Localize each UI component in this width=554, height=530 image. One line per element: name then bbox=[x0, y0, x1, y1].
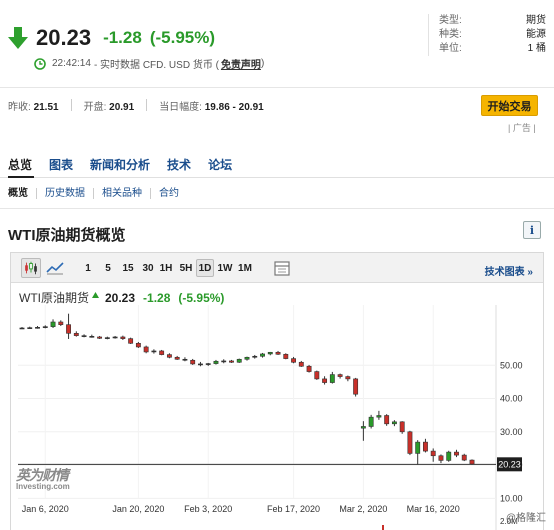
candlestick-icon[interactable] bbox=[21, 258, 41, 278]
tab-news-analysis[interactable]: 新闻和分析 bbox=[90, 156, 150, 173]
price-stats: 昨收: 21.51 开盘: 20.91 当日幅度: 19.86 - 20.91 bbox=[8, 98, 276, 113]
period-5[interactable]: 5 bbox=[101, 259, 115, 277]
subtab-related-instruments[interactable]: 相关品种 bbox=[102, 188, 151, 199]
prev-close: 昨收: 21.51 bbox=[8, 102, 59, 113]
period-1d[interactable]: 1D bbox=[196, 259, 214, 277]
divider bbox=[146, 99, 148, 111]
clock-icon bbox=[34, 57, 46, 70]
period-1w[interactable]: 1W bbox=[215, 259, 235, 277]
main-tabs: 总览 图表 新闻和分析 技术 论坛 bbox=[8, 156, 249, 173]
period-5h[interactable]: 5H bbox=[177, 259, 195, 277]
disclaimer-link[interactable]: 免责声明 bbox=[221, 56, 261, 71]
period-1[interactable]: 1 bbox=[81, 259, 95, 277]
tab-forum[interactable]: 论坛 bbox=[208, 156, 232, 173]
period-30[interactable]: 30 bbox=[139, 259, 157, 277]
watermark-logo: 英为财情 Investing.com bbox=[16, 465, 70, 491]
divider bbox=[0, 177, 554, 178]
chart-title: WTI原油期货 bbox=[19, 291, 89, 305]
ad-label: | 广告 | bbox=[508, 123, 536, 133]
start-trading-button[interactable]: 开始交易 bbox=[481, 95, 538, 116]
chart-change: -1.28 bbox=[143, 290, 171, 305]
day-range: 当日幅度: 19.86 - 20.91 bbox=[159, 102, 264, 113]
period-1h[interactable]: 1H bbox=[157, 259, 175, 277]
down-arrow-icon bbox=[8, 27, 28, 49]
technical-chart-link[interactable]: 技术图表 » bbox=[485, 263, 533, 278]
quote-meta-text: - 实时数据 CFD. USD 货币 ( bbox=[93, 60, 219, 71]
tab-overview[interactable]: 总览 bbox=[8, 156, 32, 173]
subtab-summary[interactable]: 概览 bbox=[8, 188, 37, 199]
period-1m[interactable]: 1M bbox=[235, 259, 255, 277]
spec-row-category: 种类: 能源 bbox=[439, 29, 546, 40]
subtab-historical-data[interactable]: 历史数据 bbox=[45, 188, 94, 199]
sub-tabs: 概览 历史数据 相关品种 合约 bbox=[8, 188, 195, 199]
chart-panel: 1 5 15 30 1H 5H 1D 1W 1M 技术图表 » WTI原油期货 … bbox=[10, 252, 544, 530]
info-icon[interactable]: i bbox=[523, 221, 541, 239]
chart-header: WTI原油期货 20.23 -1.28 (-5.95%) bbox=[19, 289, 224, 306]
tab-charts[interactable]: 图表 bbox=[49, 156, 73, 173]
instrument-specs: 类型: 期货 种类: 能源 单位: 1 桶 bbox=[428, 14, 546, 56]
watermark-en: Investing.com bbox=[16, 482, 70, 491]
period-15[interactable]: 15 bbox=[119, 259, 137, 277]
source-credit: @格隆汇 bbox=[505, 513, 546, 524]
up-marker-icon bbox=[92, 291, 99, 298]
spec-row-type: 类型: 期货 bbox=[439, 15, 546, 26]
quote-time: 22:42:14 bbox=[52, 58, 91, 69]
quote-header: 20.23 -1.28 (-5.95%) bbox=[8, 18, 215, 58]
area-chart-icon[interactable] bbox=[45, 258, 65, 278]
quote-meta: 22:42:14 - 实时数据 CFD. USD 货币 ( 免责声明 ) bbox=[34, 56, 264, 71]
divider bbox=[0, 208, 554, 209]
chart-toolbar: 1 5 15 30 1H 5H 1D 1W 1M 技术图表 » bbox=[11, 253, 543, 283]
quote-meta-end: ) bbox=[260, 58, 265, 69]
divider bbox=[0, 87, 554, 88]
tab-technical[interactable]: 技术 bbox=[167, 156, 191, 173]
chart-last-price: 20.23 bbox=[105, 290, 136, 305]
chart-change-percent: (-5.95%) bbox=[178, 290, 225, 305]
page-title: WTI原油期货概览 bbox=[8, 227, 126, 244]
subtab-contracts[interactable]: 合约 bbox=[159, 188, 187, 199]
spec-row-unit: 单位: 1 桶 bbox=[439, 43, 546, 54]
active-tab-underline bbox=[8, 176, 34, 178]
price-change: -1.28 bbox=[103, 28, 142, 47]
open-price: 开盘: 20.91 bbox=[83, 102, 135, 113]
last-price: 20.23 bbox=[36, 25, 92, 50]
calendar-icon[interactable] bbox=[272, 258, 292, 278]
price-change-percent: (-5.95%) bbox=[149, 28, 215, 47]
divider bbox=[70, 99, 72, 111]
